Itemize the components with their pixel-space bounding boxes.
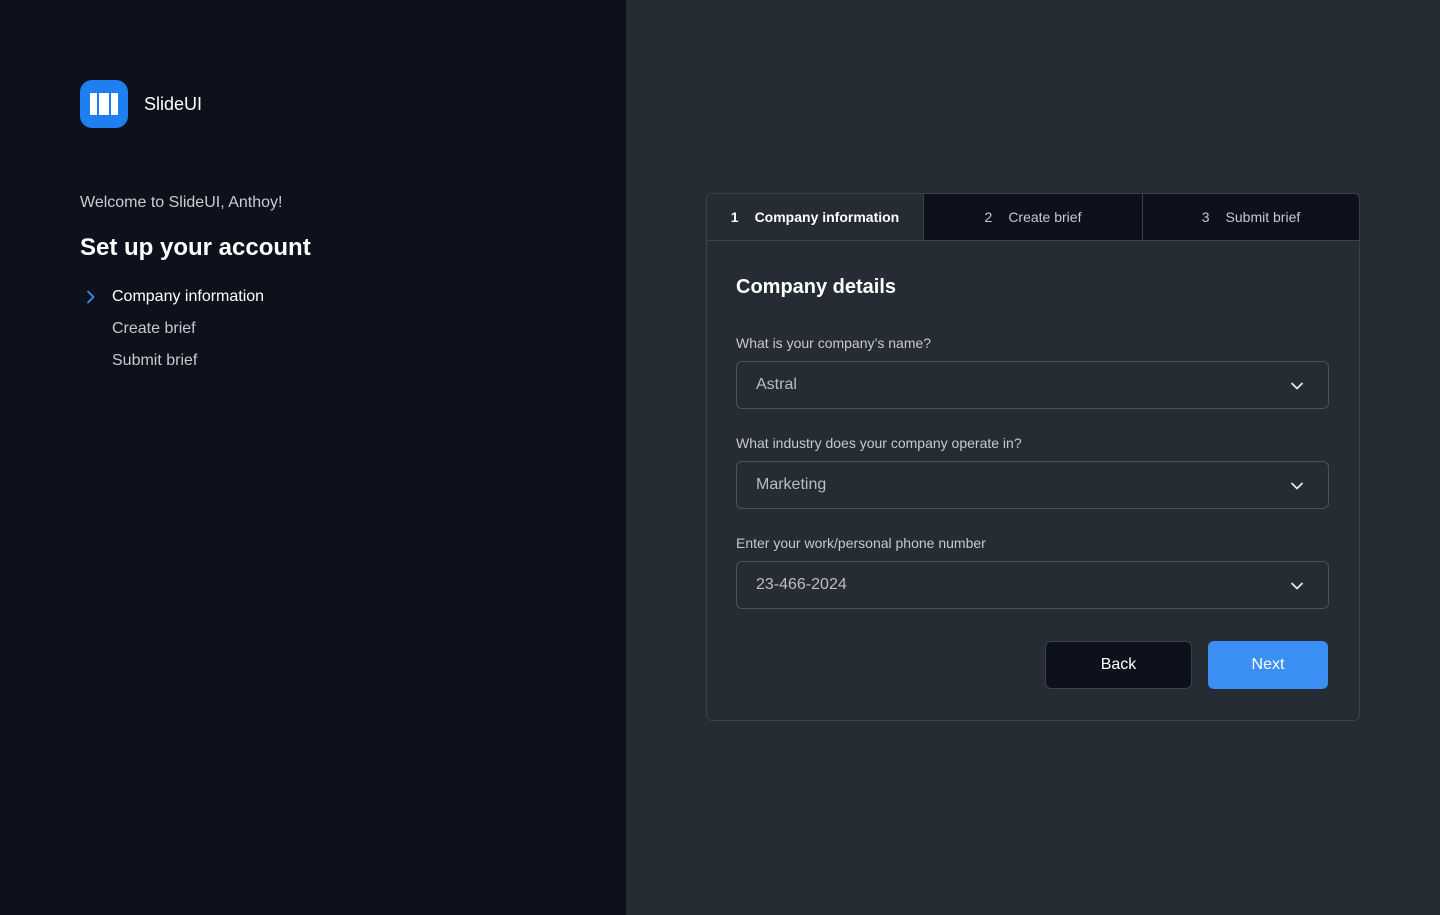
tab-label: Submit brief bbox=[1225, 209, 1301, 225]
tab-company-information[interactable]: 1 Company information bbox=[707, 194, 923, 240]
step-label: Submit brief bbox=[112, 352, 198, 369]
industry-label: What industry does your company operate … bbox=[736, 435, 1022, 451]
chevron-down-icon bbox=[1291, 382, 1303, 390]
form-title: Company details bbox=[736, 276, 897, 298]
tab-label: Create brief bbox=[1008, 209, 1082, 225]
brand[interactable]: SlideUI bbox=[80, 80, 202, 128]
setup-card: 1 Company information 2 Create brief 3 S… bbox=[706, 193, 1360, 721]
step-create-brief[interactable]: Create brief bbox=[80, 316, 264, 348]
step-label: Create brief bbox=[112, 320, 196, 337]
phone-label: Enter your work/personal phone number bbox=[736, 535, 986, 551]
company-name-select[interactable]: Astral bbox=[736, 361, 1329, 409]
columns-logo-icon bbox=[80, 80, 128, 128]
step-label: Company information bbox=[112, 288, 265, 305]
industry-select[interactable]: Marketing bbox=[736, 461, 1329, 509]
phone-value: 23-466-2024 bbox=[756, 576, 847, 593]
tab-create-brief[interactable]: 2 Create brief bbox=[923, 194, 1142, 240]
step-submit-brief[interactable]: Submit brief bbox=[80, 348, 264, 380]
next-button[interactable]: Next bbox=[1208, 641, 1328, 689]
tab-number: 1 bbox=[730, 209, 739, 225]
tab-number: 3 bbox=[1201, 209, 1210, 225]
setup-title: Set up your account bbox=[80, 234, 311, 261]
industry-value: Marketing bbox=[756, 476, 827, 493]
company-name-value: Astral bbox=[756, 376, 797, 393]
phone-select[interactable]: 23-466-2024 bbox=[736, 561, 1329, 609]
back-button[interactable]: Back bbox=[1045, 641, 1192, 689]
chevron-right-icon bbox=[87, 290, 95, 304]
left-pane: SlideUI Welcome to SlideUI, Anthoy! Set … bbox=[0, 0, 626, 915]
welcome-message: Welcome to SlideUI, Anthoy! bbox=[80, 194, 283, 211]
tab-number: 2 bbox=[984, 209, 993, 225]
brand-name: SlideUI bbox=[144, 93, 203, 114]
tab-label: Company information bbox=[754, 209, 900, 225]
chevron-down-icon bbox=[1291, 482, 1303, 490]
step-tabs: 1 Company information 2 Create brief 3 S… bbox=[707, 194, 1359, 241]
chevron-down-icon bbox=[1291, 582, 1303, 590]
tab-submit-brief[interactable]: 3 Submit brief bbox=[1142, 194, 1359, 240]
step-list: Company information Create brief Submit … bbox=[80, 284, 264, 380]
company-name-label: What is your company’s name? bbox=[736, 335, 932, 351]
step-company-information[interactable]: Company information bbox=[80, 284, 264, 316]
